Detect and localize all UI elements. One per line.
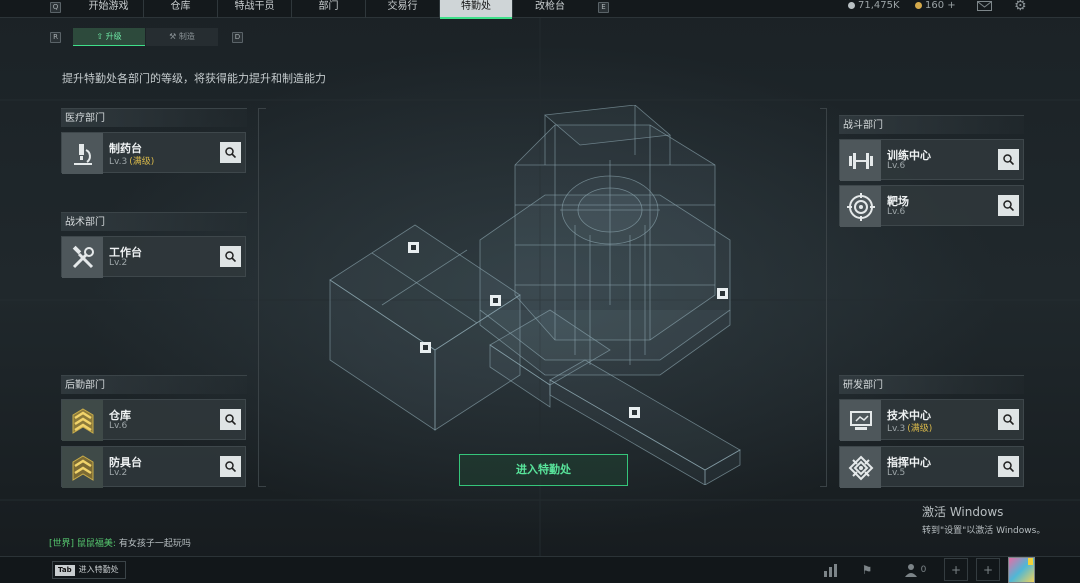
magnify-icon[interactable] xyxy=(220,142,241,163)
tab-start-game[interactable]: 开始游戏 xyxy=(74,0,144,18)
subnav-next-key[interactable]: D xyxy=(232,32,243,43)
research-dept-header: 研发部门 xyxy=(839,375,1024,394)
chevron-rank-icon xyxy=(62,400,103,441)
add-currency-icon[interactable]: + xyxy=(947,0,955,11)
left-frame-line xyxy=(258,108,259,486)
tab-trade[interactable]: 交易行 xyxy=(366,0,440,18)
tab-operators[interactable]: 特战干员 xyxy=(218,0,292,18)
tab-enter-label: 进入特勤处 xyxy=(78,565,119,574)
notification-badge xyxy=(1028,558,1033,565)
subnav-prev-key[interactable]: R xyxy=(50,32,61,43)
magnify-icon[interactable] xyxy=(998,195,1019,216)
left-frame-tick xyxy=(258,108,266,109)
upgrade-icon: ⇧ xyxy=(96,32,104,41)
dept-card-tech-center[interactable]: 技术中心 Lv.3 (满级) xyxy=(839,399,1024,441)
magnify-icon[interactable] xyxy=(998,149,1019,170)
level-value: Lv.3 xyxy=(109,157,128,167)
tab-special-ops[interactable]: 特勤处 xyxy=(440,0,513,19)
target-icon xyxy=(840,186,881,227)
dept-card-level: Lv.3 (满级) xyxy=(109,154,154,167)
magnify-icon[interactable] xyxy=(998,456,1019,477)
nav-prev-key[interactable]: Q xyxy=(50,2,61,13)
dept-card-level: Lv.6 xyxy=(887,161,906,171)
dept-card-level: Lv.3 (满级) xyxy=(887,421,932,434)
tactical-dept-header: 战术部门 xyxy=(61,212,247,231)
windows-activation-watermark: 激活 Windows 转到"设置"以激活 Windows。 xyxy=(922,503,1045,536)
dept-card-level: Lv.2 xyxy=(109,258,128,268)
microscope-icon xyxy=(62,133,103,174)
tab-department[interactable]: 部门 xyxy=(292,0,366,18)
watermark-subtitle: 转到"设置"以激活 Windows。 xyxy=(922,526,1046,536)
settings-gear-icon[interactable]: ⚙ xyxy=(1014,0,1027,14)
dept-card-pharmacy[interactable]: 制药台 Lv.3 (满级) xyxy=(61,132,246,174)
level-value: Lv.3 xyxy=(887,424,906,434)
right-frame-tick xyxy=(820,108,827,109)
mail-icon[interactable] xyxy=(977,1,992,11)
magnify-icon[interactable] xyxy=(220,246,241,267)
dept-card-level: Lv.2 xyxy=(109,468,128,478)
chat-user[interactable]: 鼠鼠福美: xyxy=(77,539,116,549)
enter-special-ops-button[interactable]: 进入特勤处 xyxy=(459,454,628,486)
subtab-craft[interactable]: ⚒ 制造 xyxy=(146,28,218,46)
logistics-dept-header: 后勤部门 xyxy=(61,375,247,394)
magnify-icon[interactable] xyxy=(998,409,1019,430)
wrench-hammer-icon xyxy=(62,237,103,278)
watermark-title: 激活 Windows xyxy=(922,505,1004,519)
command-emblem-icon xyxy=(840,447,881,488)
chevron-rank-icon xyxy=(62,447,103,488)
nav-next-key[interactable]: E xyxy=(598,2,609,13)
stats-chart-icon[interactable] xyxy=(819,558,843,581)
subtab-craft-label: 制造 xyxy=(178,32,195,41)
dept-card-warehouse[interactable]: 仓库 Lv.6 xyxy=(61,399,246,441)
tab-warehouse[interactable]: 仓库 xyxy=(144,0,218,18)
dept-card-shooting-range[interactable]: 靶场 Lv.6 xyxy=(839,185,1024,227)
friends-count: 0 xyxy=(920,564,927,575)
dept-card-command-center[interactable]: 指挥中心 Lv.5 xyxy=(839,446,1024,488)
chat-channel: [世界] xyxy=(49,539,75,549)
page-description: 提升特勤处各部门的等级，将获得能力提升和制造能力 xyxy=(62,72,326,85)
dumbbell-icon xyxy=(840,140,881,181)
tab-enter-hint[interactable]: Tab 进入特勤处 xyxy=(52,561,126,579)
gold-coin-icon xyxy=(915,2,922,9)
player-avatar[interactable] xyxy=(1008,557,1035,583)
tab-key: Tab xyxy=(55,565,75,576)
medical-dept-header: 医疗部门 xyxy=(61,108,247,127)
friends-icon[interactable]: 0 xyxy=(898,558,932,581)
right-frame-tick xyxy=(820,486,827,487)
subtab-upgrade[interactable]: ⇧ 升级 xyxy=(73,28,145,46)
flag-icon[interactable]: ⚑ xyxy=(855,558,879,581)
chat-line: [世界] 鼠鼠福美: 有女孩子一起玩吗 xyxy=(49,536,191,549)
dept-card-level: Lv.6 xyxy=(887,207,906,217)
max-level-tag: (满级) xyxy=(129,157,155,167)
dept-card-armor-bench[interactable]: 防具台 Lv.2 xyxy=(61,446,246,488)
currency-a-value: 71,475K xyxy=(858,0,900,11)
facility-wireframe[interactable] xyxy=(320,105,760,485)
craft-icon: ⚒ xyxy=(169,32,177,41)
currency-b-value: 160 xyxy=(925,0,945,11)
currency-b: 160 + xyxy=(915,0,956,11)
dept-card-level: Lv.5 xyxy=(887,468,906,478)
add-slot-icon[interactable]: + xyxy=(944,558,968,581)
currency-a: 71,475K xyxy=(848,0,900,11)
right-frame-line xyxy=(826,108,827,486)
magnify-icon[interactable] xyxy=(220,409,241,430)
add-slot-icon[interactable]: + xyxy=(976,558,1000,581)
magnify-icon[interactable] xyxy=(220,456,241,477)
dept-card-training-center[interactable]: 训练中心 Lv.6 xyxy=(839,139,1024,181)
subtab-upgrade-label: 升级 xyxy=(105,32,122,41)
combat-dept-header: 战斗部门 xyxy=(839,115,1024,134)
coin-icon xyxy=(848,2,855,9)
tab-gunsmith[interactable]: 改枪台 xyxy=(513,0,587,18)
left-frame-tick xyxy=(258,486,266,487)
chat-message: 有女孩子一起玩吗 xyxy=(118,539,191,549)
dept-card-workbench[interactable]: 工作台 Lv.2 xyxy=(61,236,246,278)
dept-card-level: Lv.6 xyxy=(109,421,128,431)
monitor-icon xyxy=(840,400,881,441)
max-level-tag: (满级) xyxy=(907,424,933,434)
